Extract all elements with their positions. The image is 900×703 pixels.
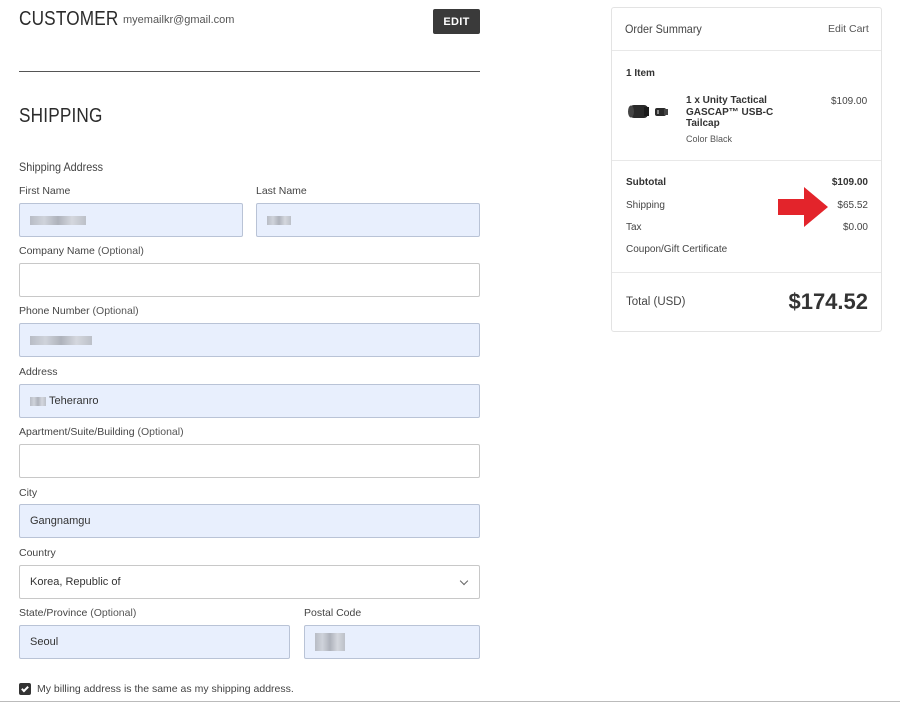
summary-divider	[612, 50, 881, 51]
shipping-heading: SHIPPING	[19, 105, 103, 127]
edit-customer-button[interactable]: EDIT	[433, 9, 480, 34]
city-field[interactable]: Gangnamgu	[19, 504, 480, 538]
first-name-field[interactable]	[19, 203, 243, 237]
edit-cart-link[interactable]: Edit Cart	[828, 23, 869, 35]
product-name: 1 x Unity Tactical GASCAP™ USB-C Tailcap	[686, 95, 774, 129]
state-label: State/Province (Optional)	[19, 607, 137, 619]
red-arrow-icon	[778, 187, 828, 227]
summary-divider	[612, 160, 881, 161]
country-select[interactable]: Korea, Republic of	[19, 565, 480, 599]
tax-label: Tax	[626, 222, 642, 233]
checkmark-icon	[21, 684, 29, 692]
apartment-label: Apartment/Suite/Building (Optional)	[19, 426, 184, 438]
billing-same-label: My billing address is the same as my shi…	[37, 683, 294, 695]
last-name-field[interactable]	[256, 203, 480, 237]
summary-divider	[612, 272, 881, 273]
city-value: Gangnamgu	[30, 515, 91, 527]
address-label: Address	[19, 366, 58, 378]
phone-field[interactable]	[19, 323, 480, 357]
billing-same-checkbox[interactable]	[19, 683, 31, 695]
total-value: $174.52	[788, 289, 868, 314]
redacted-value	[30, 215, 86, 225]
state-value: Seoul	[30, 636, 59, 648]
subtotal-label: Subtotal	[626, 177, 666, 188]
address-value: Teheranro	[49, 395, 99, 407]
chevron-down-icon	[459, 576, 469, 586]
redacted-value	[30, 396, 46, 406]
order-summary-title: Order Summary	[625, 22, 702, 36]
postal-code-label: Postal Code	[304, 607, 362, 619]
phone-label: Phone Number (Optional)	[19, 305, 139, 317]
section-divider	[19, 71, 480, 72]
product-thumbnail	[626, 100, 672, 124]
state-field[interactable]: Seoul	[19, 625, 290, 659]
customer-heading: CUSTOMER	[19, 8, 119, 30]
customer-email: myemailkr@gmail.com	[123, 14, 235, 26]
apartment-field[interactable]	[19, 444, 480, 478]
order-summary-panel	[611, 7, 882, 332]
postal-code-field[interactable]	[304, 625, 480, 659]
total-label: Total (USD)	[626, 296, 686, 308]
city-label: City	[19, 487, 38, 499]
redacted-value	[30, 335, 92, 345]
company-field[interactable]	[19, 263, 480, 297]
country-value: Korea, Republic of	[30, 576, 121, 588]
last-name-label: Last Name	[256, 185, 307, 197]
first-name-label: First Name	[19, 185, 71, 197]
redacted-value	[315, 633, 345, 651]
company-label: Company Name (Optional)	[19, 245, 144, 257]
country-label: Country	[19, 547, 56, 559]
page-divider	[0, 701, 900, 702]
redacted-value	[267, 215, 291, 225]
product-option: Color Black	[686, 134, 733, 144]
coupon-link[interactable]: Coupon/Gift Certificate	[626, 244, 727, 255]
item-count: 1 Item	[626, 68, 655, 79]
shipping-cost-label: Shipping	[626, 200, 665, 211]
product-price: $109.00	[831, 96, 868, 107]
shipping-address-subheading: Shipping Address	[19, 160, 104, 174]
address-field[interactable]: Teheranro	[19, 384, 480, 418]
